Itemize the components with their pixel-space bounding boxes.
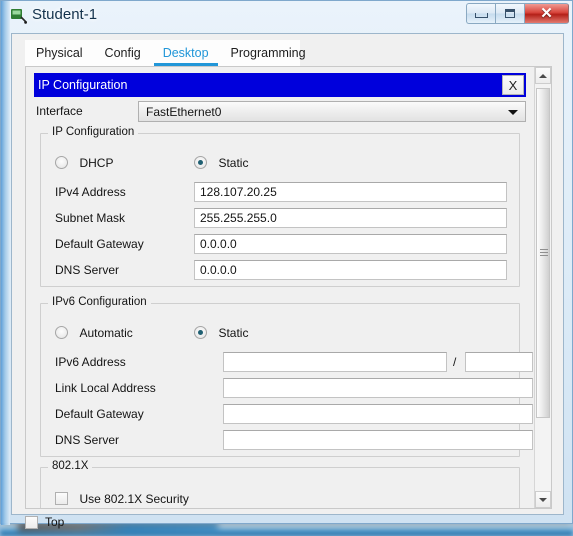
dialog-close-button[interactable]: X	[502, 75, 524, 95]
ipv4-static-label: Static	[218, 155, 249, 170]
ipv6-address-label: IPv6 Address	[55, 355, 126, 369]
link-local-address-input[interactable]	[223, 378, 533, 398]
ipv6-configuration-group: IPv6 Configuration Automatic Static IPv6…	[40, 296, 533, 457]
window-client-area: Physical Config Desktop Programming IP C…	[11, 33, 564, 529]
dialog-titlebar: IP Configuration X	[34, 73, 526, 97]
tab-physical-label: Physical	[36, 46, 83, 60]
interface-value: FastEthernet0	[146, 104, 222, 119]
minimize-button[interactable]	[466, 3, 495, 24]
ipv4-dhcp-radio-row[interactable]: DHCP	[55, 154, 113, 172]
scrollbar-grip-icon	[540, 249, 548, 257]
subnet-mask-label: Subnet Mask	[55, 211, 126, 225]
top-checkbox[interactable]	[25, 515, 38, 529]
panel-scrollbar[interactable]	[534, 67, 551, 508]
ipv6-dns-server-label: DNS Server	[55, 433, 120, 447]
subnet-mask-row: Subnet Mask 255.255.255.0	[55, 208, 507, 229]
tab-programming[interactable]: Programming	[220, 40, 317, 66]
packet-tracer-device-icon	[11, 9, 27, 24]
device-tabs: Physical Config Desktop Programming	[25, 40, 306, 67]
ipv6-automatic-label: Automatic	[79, 325, 133, 340]
scroll-down-icon	[539, 497, 547, 502]
interface-label: Interface	[36, 104, 83, 118]
window-controls: ✕	[466, 3, 569, 26]
ipv4-address-label: IPv4 Address	[55, 185, 126, 199]
window-titlebar[interactable]: Student-1 ✕	[1, 1, 572, 31]
ipv6-prefix-input[interactable]	[465, 352, 533, 372]
ipv6-dns-server-row: DNS Server	[55, 430, 533, 451]
ipv6-prefix-separator: /	[453, 355, 457, 369]
ipv4-dns-server-value: 0.0.0.0	[200, 263, 237, 277]
scroll-up-button[interactable]	[535, 67, 551, 84]
dot1x-checkbox-row[interactable]: Use 802.1X Security	[55, 490, 189, 508]
subnet-mask-input[interactable]: 255.255.255.0	[194, 208, 507, 228]
ipv4-address-value: 128.107.20.25	[200, 185, 277, 199]
ipv4-dhcp-label: DHCP	[79, 155, 114, 170]
interface-row: Interface FastEthernet0	[34, 101, 526, 123]
ipv6-address-input[interactable]	[223, 352, 447, 372]
dot1x-checkbox-label: Use 802.1X Security	[79, 491, 189, 506]
close-window-button[interactable]: ✕	[524, 3, 569, 24]
ipv6-address-row: IPv6 Address /	[55, 352, 533, 373]
ipv4-dhcp-radio[interactable]	[55, 156, 68, 170]
dot1x-group: 802.1X Use 802.1X Security	[40, 460, 520, 508]
ipv4-configuration-group: IP Configuration DHCP Static IPv4 Addres…	[40, 126, 520, 287]
top-checkbox-row[interactable]: Top	[25, 511, 552, 533]
screen: xxxx - Basic Switch and Student-1	[0, 0, 573, 536]
desktop-panel: IP Configuration X Interface FastEtherne…	[25, 66, 552, 509]
ip-configuration-dialog: IP Configuration X Interface FastEtherne…	[26, 67, 535, 508]
ipv6-group-legend: IPv6 Configuration	[48, 296, 151, 308]
ipv6-dns-server-input[interactable]	[223, 430, 533, 450]
dialog-title: IP Configuration	[38, 78, 128, 92]
ipv4-default-gateway-row: Default Gateway 0.0.0.0	[55, 234, 507, 255]
ipv4-address-row: IPv4 Address 128.107.20.25	[55, 182, 507, 203]
ipv6-default-gateway-row: Default Gateway	[55, 404, 533, 425]
tab-config-label: Config	[104, 46, 141, 60]
tab-physical[interactable]: Physical	[25, 40, 94, 66]
ipv4-default-gateway-label: Default Gateway	[55, 237, 144, 251]
ipv4-dns-server-input[interactable]: 0.0.0.0	[194, 260, 507, 280]
ipv6-default-gateway-input[interactable]	[223, 404, 533, 424]
chevron-down-icon	[508, 110, 518, 115]
ipv6-static-label: Static	[218, 325, 249, 340]
ipv4-dns-server-label: DNS Server	[55, 263, 120, 277]
ipv6-automatic-radio[interactable]	[55, 326, 68, 340]
dot1x-checkbox[interactable]	[55, 492, 68, 506]
ipv4-static-radio[interactable]	[194, 156, 207, 170]
maximize-icon	[505, 9, 515, 18]
tab-desktop[interactable]: Desktop	[152, 40, 220, 66]
scrollbar-thumb[interactable]	[536, 88, 550, 418]
interface-select[interactable]: FastEthernet0	[138, 101, 526, 122]
tab-config[interactable]: Config	[94, 40, 152, 66]
ipv4-default-gateway-input[interactable]: 0.0.0.0	[194, 234, 507, 254]
ipv6-static-radio-row[interactable]: Static	[194, 324, 248, 342]
scroll-down-button[interactable]	[535, 491, 551, 508]
link-local-address-row: Link Local Address	[55, 378, 533, 399]
ipv4-default-gateway-value: 0.0.0.0	[200, 237, 237, 251]
ipv4-address-input[interactable]: 128.107.20.25	[194, 182, 507, 202]
ipv6-automatic-radio-row[interactable]: Automatic	[55, 324, 133, 342]
ipv6-static-radio[interactable]	[194, 326, 207, 340]
ipv4-dns-server-row: DNS Server 0.0.0.0	[55, 260, 507, 281]
link-local-address-label: Link Local Address	[55, 381, 156, 395]
ipv4-group-legend: IP Configuration	[48, 126, 139, 138]
ipv6-default-gateway-label: Default Gateway	[55, 407, 144, 421]
dot1x-group-legend: 802.1X	[48, 460, 93, 472]
minimize-icon	[474, 13, 488, 18]
tab-programming-label: Programming	[230, 46, 306, 60]
student-1-window: Student-1 ✕ Physical Config Desktop Prog…	[0, 0, 573, 529]
top-checkbox-label: Top	[45, 515, 65, 529]
scroll-up-icon	[539, 73, 547, 78]
window-left-border	[1, 1, 10, 525]
close-icon: ✕	[540, 5, 553, 22]
window-title: Student-1	[32, 6, 98, 23]
ipv4-static-radio-row[interactable]: Static	[194, 154, 248, 172]
subnet-mask-value: 255.255.255.0	[200, 211, 277, 225]
tab-desktop-label: Desktop	[162, 46, 209, 60]
maximize-button[interactable]	[495, 3, 524, 24]
